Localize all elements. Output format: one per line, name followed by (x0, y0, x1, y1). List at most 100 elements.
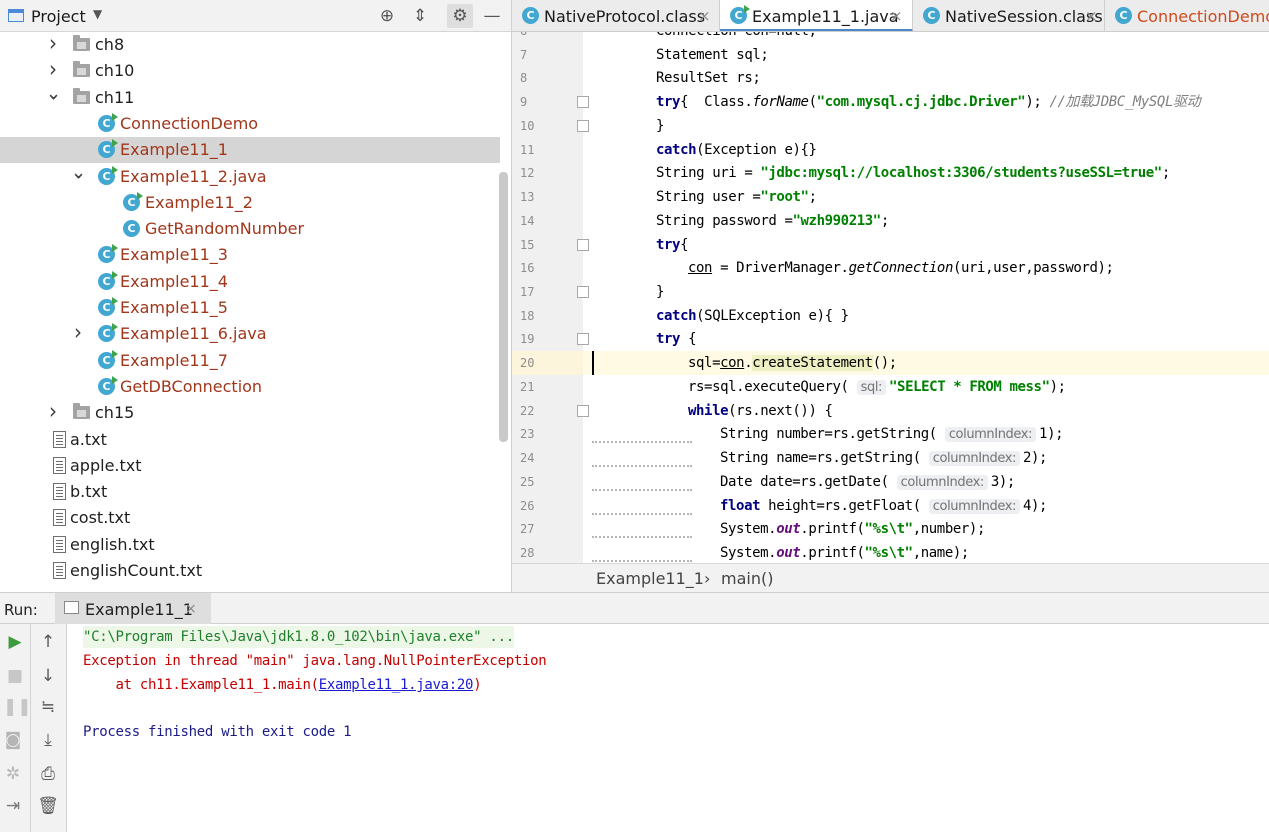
tree-item[interactable]: apple.txt (0, 453, 500, 479)
chevron-right-icon[interactable]: › (71, 319, 85, 345)
code-line[interactable]: 6 Connection con=null; (512, 32, 1269, 43)
tree-item[interactable]: C Example11_3 (0, 242, 500, 268)
console-line: "C:\Program Files\Java\jdk1.8.0_102\bin\… (83, 626, 514, 648)
fold-marker-icon[interactable] (577, 238, 589, 251)
code-line[interactable]: 20 sql=con.createStatement(); (512, 351, 1269, 376)
close-icon[interactable]: × (1085, 7, 1098, 25)
chevron-right-icon[interactable]: › (46, 398, 60, 424)
code-line[interactable]: 28 System.out.printf("%s\t",name); (512, 541, 1269, 563)
editor-tab[interactable]: C ConnectionDemo.java (1105, 0, 1269, 31)
code-line[interactable]: 21 rs=sql.executeQuery( sql: "SELECT * FRO… (512, 375, 1269, 399)
line-number: 26 (520, 498, 535, 513)
editor-tab[interactable]: C NativeSession.class × (913, 0, 1105, 31)
pause-icon[interactable]: ❚❚ (3, 695, 32, 719)
tree-item[interactable]: english.txt (0, 532, 500, 558)
soft-wrap-icon[interactable]: ≒ (36, 695, 60, 719)
fold-marker-icon[interactable] (577, 119, 589, 132)
tree-item[interactable]: C Example11_2 (0, 190, 500, 216)
tree-item[interactable]: › ch8 (0, 30, 500, 58)
settings-icon[interactable]: ✲ (1, 762, 25, 786)
stacktrace-link[interactable]: Example11_1.java:20 (319, 677, 474, 693)
code-line[interactable]: 10} (512, 114, 1269, 138)
editor-tab[interactable]: C Example11_1.java × (720, 0, 913, 31)
tree-item[interactable]: b.txt (0, 479, 500, 505)
breadcrumb-class[interactable]: Example11_1 (596, 569, 704, 588)
tree-item[interactable]: C GetRandomNumber (0, 216, 500, 242)
tree-item[interactable]: englishCount.txt (0, 558, 500, 584)
java-class-icon: C (1115, 7, 1132, 24)
collapse-all-icon[interactable]: ⇕ (407, 4, 433, 28)
code-line[interactable]: 19 try { (512, 327, 1269, 351)
run-tab[interactable]: Example11_1 × (55, 593, 211, 624)
tree-item[interactable]: C Example11_7 (0, 348, 500, 374)
code-line[interactable]: 14 String password ="wzh990213"; (512, 209, 1269, 233)
tree-item[interactable]: cost.txt (0, 505, 500, 531)
tree-item[interactable]: ⌄ ch11 (0, 82, 500, 111)
line-number: 6 (512, 32, 583, 43)
code-line[interactable]: 22 while(rs.next()) { (512, 399, 1269, 423)
code-line[interactable]: 11 catch(Exception e){} (512, 138, 1269, 162)
chevron-right-icon[interactable]: › (46, 30, 60, 56)
code-editor[interactable]: 6 Connection con=null; 7 Statement sql; 8 Res… (512, 32, 1269, 563)
project-view-selector[interactable]: Project (31, 7, 86, 26)
line-number: 15 (520, 237, 535, 252)
close-icon[interactable]: × (698, 7, 711, 25)
editor-tab-label: Example11_1.java (752, 7, 899, 26)
code-line[interactable]: 8 ResultSet rs; (512, 66, 1269, 90)
code-line[interactable]: 26 float height=rs.getFloat( columnIndex:… (512, 494, 1269, 518)
scroll-to-end-icon[interactable]: ⤓ (36, 728, 60, 752)
code-line[interactable]: 13 String user ="root"; (512, 185, 1269, 209)
tree-item[interactable]: › ch10 (0, 56, 500, 84)
breadcrumb-method[interactable]: main() (721, 569, 773, 588)
folder-icon (73, 403, 90, 420)
fold-marker-icon[interactable] (577, 286, 589, 299)
tree-item[interactable]: C Example11_1 (0, 137, 500, 164)
code-line[interactable]: 17} (512, 280, 1269, 304)
tree-item[interactable]: C GetDBConnection (0, 374, 500, 400)
fold-marker-icon[interactable] (577, 333, 589, 346)
tree-item[interactable]: C ConnectionDemo (0, 111, 500, 137)
tree-item[interactable]: a.txt (0, 427, 500, 453)
project-scrollbar[interactable] (499, 172, 508, 442)
tree-item[interactable]: C Example11_4 (0, 269, 500, 295)
chevron-right-icon[interactable]: › (46, 56, 60, 82)
code-line[interactable]: 7 Statement sql; (512, 43, 1269, 67)
fold-marker-icon[interactable] (577, 404, 589, 417)
code-line[interactable]: 15 try{ (512, 233, 1269, 257)
arrow-up-icon[interactable]: ↑ (36, 630, 60, 654)
code-line[interactable]: 16 con = DriverManager.getConnection(uri,… (512, 256, 1269, 280)
chevron-down-icon[interactable]: ⌄ (71, 160, 86, 183)
locate-file-icon[interactable]: ⊕ (374, 4, 400, 28)
chevron-down-icon[interactable]: ⌄ (46, 82, 61, 105)
hide-panel-icon[interactable]: — (479, 4, 505, 28)
stop-icon[interactable]: ■ (3, 664, 27, 688)
tree-item[interactable]: › ch15 (0, 398, 500, 426)
code-line[interactable]: 12 String uri = "jdbc:mysql://localhost:3… (512, 161, 1269, 185)
console-text: Exception in thread "main" java.lang.Nul… (83, 653, 547, 669)
runnable-icon (112, 112, 118, 121)
tree-item[interactable]: › C Example11_6.java (0, 319, 500, 347)
console-output[interactable]: "C:\Program Files\Java\jdk1.8.0_102\bin\… (67, 624, 1269, 832)
chevron-down-icon[interactable]: ▼ (93, 7, 102, 21)
code-line[interactable]: 27 System.out.printf("%s\t",number); (512, 517, 1269, 541)
text-caret (592, 351, 594, 376)
rerun-icon[interactable]: ▶ (3, 630, 27, 654)
code-line[interactable]: 23 String number=rs.getString( columnInde… (512, 422, 1269, 446)
code-line[interactable]: 25 Date date=rs.getDate( columnIndex: 3); (512, 470, 1269, 494)
arrow-down-icon[interactable]: ↓ (36, 664, 60, 688)
tree-item[interactable]: C Example11_5 (0, 295, 500, 321)
run-panel-header: Run: Example11_1 × (0, 592, 1269, 624)
dump-threads-icon[interactable]: ◙ (1, 728, 25, 752)
gear-icon[interactable]: ⚙ (447, 4, 473, 28)
code-line[interactable]: 9 try{ Class.forName("com.mysql.cj.jdbc.D… (512, 90, 1269, 114)
exit-icon[interactable]: ⇥ (1, 794, 25, 818)
editor-tab[interactable]: C NativeProtocol.class × (512, 0, 720, 31)
code-line[interactable]: 18 catch(SQLException e){ } (512, 304, 1269, 328)
code-line[interactable]: 24 String name=rs.getString( columnIndex:… (512, 446, 1269, 470)
fold-marker-icon[interactable] (577, 96, 589, 109)
close-icon[interactable]: × (890, 7, 903, 25)
close-icon[interactable]: × (185, 601, 197, 617)
print-icon[interactable]: ⎙ (36, 762, 60, 786)
tree-item[interactable]: ⌄ C Example11_2.java (0, 160, 500, 190)
trash-icon[interactable]: 🗑 (36, 794, 60, 818)
